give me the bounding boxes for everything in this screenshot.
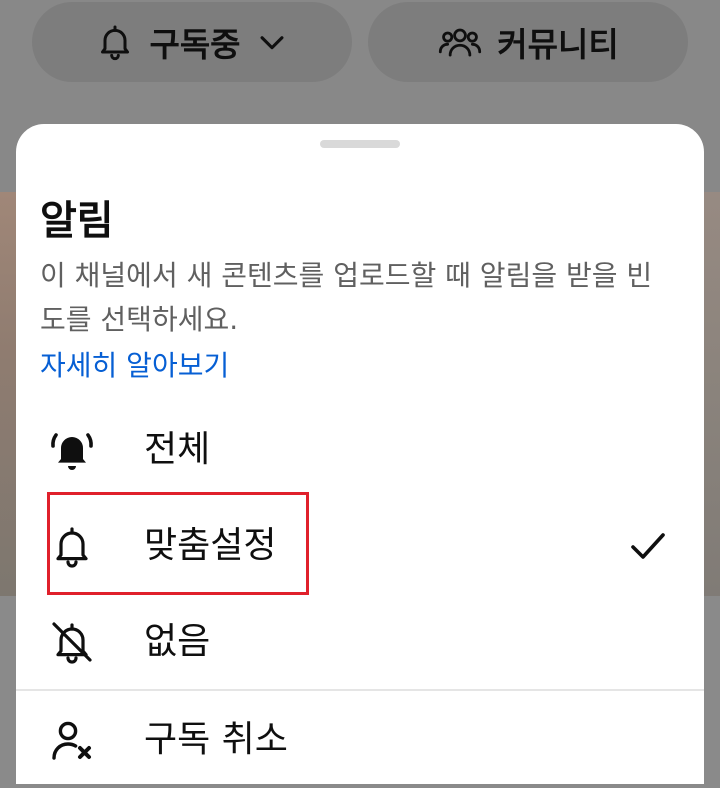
notification-bottom-sheet: 알림 이 채널에서 새 콘텐츠를 업로드할 때 알림을 받을 빈도를 선택하세요… — [16, 124, 704, 784]
chevron-down-icon — [255, 25, 289, 59]
unsubscribe-button[interactable]: 구독 취소 — [16, 692, 704, 788]
subscribed-label: 구독중 — [149, 25, 241, 64]
option-all[interactable]: 전체 — [16, 402, 704, 498]
option-none[interactable]: 없음 — [16, 594, 704, 690]
check-icon — [624, 522, 672, 570]
learn-more-link[interactable]: 자세히 알아보기 — [40, 344, 229, 388]
sheet-title: 알림 — [40, 198, 114, 244]
option-custom-label: 맞춤설정 — [144, 525, 277, 566]
drag-handle[interactable] — [320, 140, 400, 148]
option-custom[interactable]: 맞춤설정 — [16, 498, 704, 594]
person-remove-icon — [48, 716, 96, 764]
option-all-label: 전체 — [144, 429, 211, 470]
bell-outline-icon — [48, 522, 96, 570]
option-none-label: 없음 — [144, 621, 211, 662]
sheet-description: 이 채널에서 새 콘텐츠를 업로드할 때 알림을 받을 빈도를 선택하세요. — [40, 259, 653, 336]
bell-ringing-filled-icon — [48, 426, 96, 474]
subscribed-button[interactable]: 구독중 — [32, 2, 352, 82]
bell-off-icon — [48, 618, 96, 666]
divider — [16, 689, 704, 691]
community-button[interactable]: 커뮤니티 — [368, 2, 688, 82]
people-icon — [437, 22, 483, 62]
unsubscribe-label: 구독 취소 — [144, 719, 288, 760]
bell-icon — [95, 22, 135, 62]
community-label: 커뮤니티 — [497, 25, 619, 64]
